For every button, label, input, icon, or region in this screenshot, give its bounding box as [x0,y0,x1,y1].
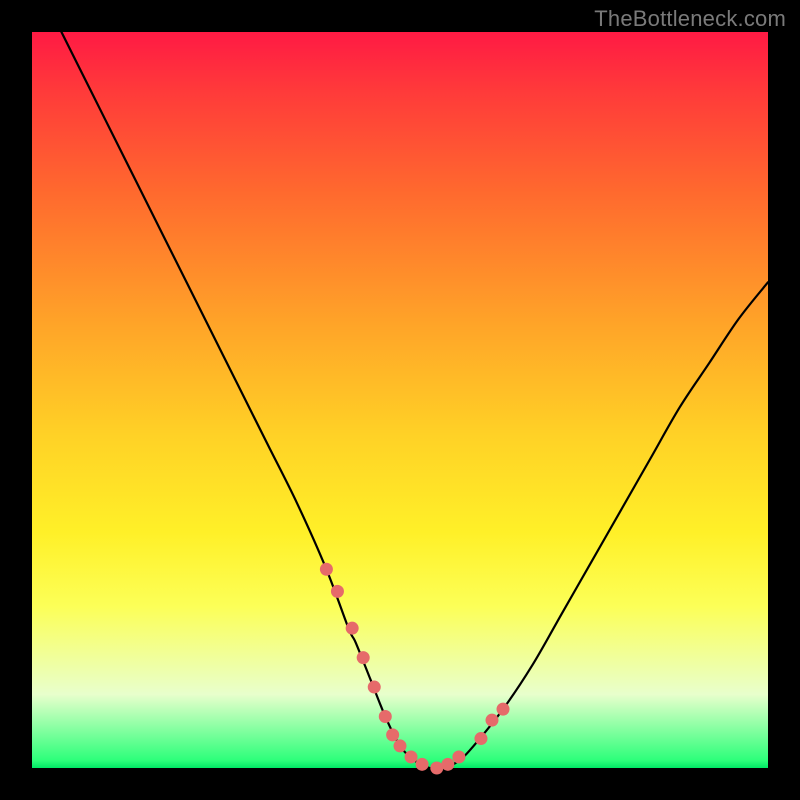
curve-marker [441,758,454,771]
bottleneck-curve-svg [32,32,768,768]
curve-marker [405,750,418,763]
curve-marker [416,758,429,771]
curve-marker [497,703,510,716]
watermark-text: TheBottleneck.com [594,6,786,32]
chart-frame: TheBottleneck.com [0,0,800,800]
curve-marker [379,710,392,723]
curve-marker [452,750,465,763]
curve-marker [486,714,499,727]
plot-area [32,32,768,768]
curve-marker [331,585,344,598]
curve-marker [386,728,399,741]
curve-marker [474,732,487,745]
bottleneck-curve [61,32,768,769]
curve-marker [357,651,370,664]
curve-marker [346,622,359,635]
curve-marker [368,681,381,694]
curve-marker [430,762,443,775]
curve-marker [320,563,333,576]
curve-marker [394,739,407,752]
curve-markers [320,563,510,775]
